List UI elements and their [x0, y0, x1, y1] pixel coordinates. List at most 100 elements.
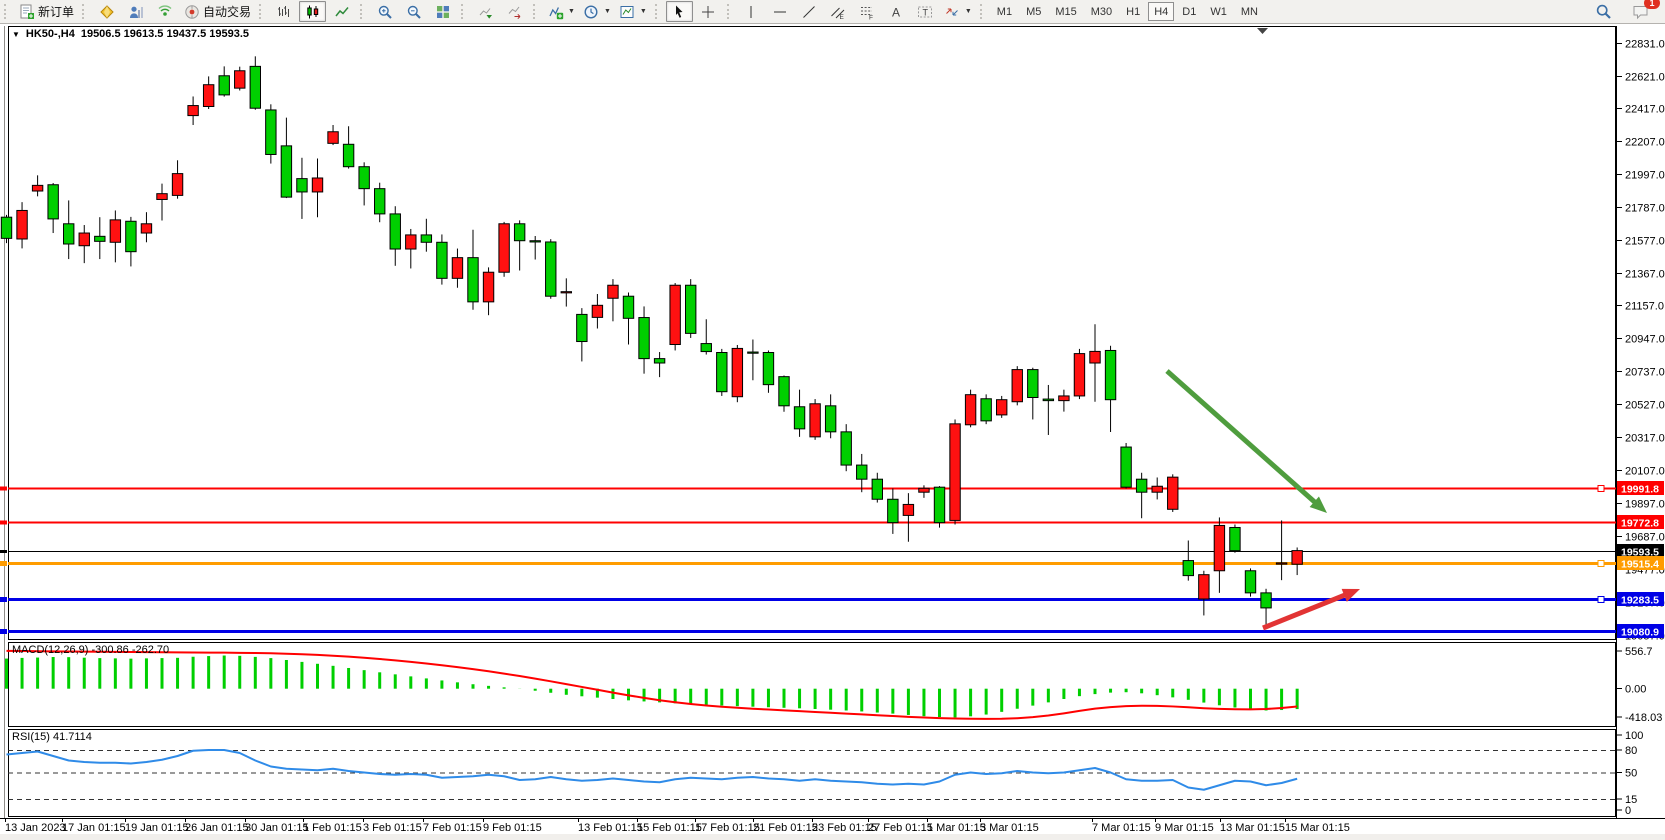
- price-tag-19515.4: 19515.4: [1617, 556, 1664, 571]
- signals-button[interactable]: [151, 1, 178, 22]
- line-drag-handle: [1598, 597, 1604, 603]
- vertical-line-button[interactable]: [738, 1, 765, 22]
- text-button[interactable]: A: [883, 1, 910, 22]
- notifications-button[interactable]: 1: [1627, 1, 1654, 22]
- svg-text:A: A: [892, 5, 900, 19]
- autotrade-icon: [183, 3, 200, 20]
- timeframe-m5-button[interactable]: M5: [1020, 2, 1047, 21]
- periods-button[interactable]: ▼: [580, 1, 614, 22]
- price-tick-label: 21787.0: [1625, 203, 1665, 215]
- time-tick-label: 15 Feb 01:15: [637, 822, 702, 834]
- toolbar-grip: [655, 4, 662, 19]
- timeframe-m15-button[interactable]: M15: [1049, 2, 1082, 21]
- candle-chart-button[interactable]: [299, 1, 326, 22]
- clock-icon: [583, 3, 600, 20]
- timeframe-mn-button[interactable]: MN: [1235, 2, 1264, 21]
- chevron-down-icon: ▼: [568, 8, 575, 15]
- rsi-indicator-label: RSI(15) 41.7114: [12, 731, 92, 743]
- toolbar-grip: [727, 4, 734, 19]
- indicators-button[interactable]: ▼: [544, 1, 578, 22]
- chevron-down-icon: ▼: [965, 8, 972, 15]
- toolbar-grip: [533, 4, 540, 19]
- auto-scroll-button[interactable]: [472, 1, 499, 22]
- cursor-button[interactable]: [666, 1, 693, 22]
- toolbar-group: 自动交易: [78, 0, 255, 23]
- time-tick-label: 1 Mar 01:15: [927, 822, 986, 834]
- fibonacci-button[interactable]: F: [854, 1, 881, 22]
- svg-text:E: E: [840, 14, 845, 20]
- timeframe-m30-button[interactable]: M30: [1085, 2, 1118, 21]
- trendline-icon: [801, 3, 818, 20]
- tile-windows-button[interactable]: [429, 1, 456, 22]
- rsi-axis-label: 50: [1625, 768, 1637, 780]
- shapes-icon: [944, 3, 961, 20]
- toolbar-group: 新订单: [0, 0, 78, 23]
- candle: [1168, 474, 1178, 512]
- channel-button[interactable]: E: [825, 1, 852, 22]
- timeframe-h1-button[interactable]: H1: [1120, 2, 1146, 21]
- macd-axis-label: 0.00: [1625, 684, 1646, 696]
- gem-icon: [98, 3, 115, 20]
- toolbar-grip: [4, 4, 11, 19]
- time-tick-label: 17 Jan 01:15: [62, 822, 126, 834]
- line-chart-button[interactable]: [328, 1, 355, 22]
- gem-button[interactable]: [93, 1, 120, 22]
- price-tick-label: 19897.0: [1625, 499, 1665, 511]
- person-chart-icon: [127, 3, 144, 20]
- text-label-button[interactable]: T: [912, 1, 939, 22]
- price-tick-label: 22207.0: [1625, 137, 1665, 149]
- candle: [981, 394, 991, 424]
- market-watch-button[interactable]: [122, 1, 149, 22]
- rsi-axis-label: 15: [1625, 794, 1637, 806]
- macd-panel: [9, 643, 1616, 727]
- search-button[interactable]: [1590, 1, 1617, 22]
- price-tick-label: 22831.0: [1625, 39, 1665, 51]
- zoom-in-button[interactable]: [371, 1, 398, 22]
- time-tick-label: 9 Feb 01:15: [483, 822, 542, 834]
- zoom-out-icon: [405, 3, 422, 20]
- main-chart-panel: [9, 27, 1616, 640]
- timeframe-d1-button[interactable]: D1: [1176, 2, 1202, 21]
- time-tick-label: 17 Feb 01:15: [695, 822, 760, 834]
- chart-ohlc-values: 19506.5 19613.5 19437.5 19593.5: [81, 28, 249, 40]
- time-axis: 13 Jan 202317 Jan 01:1519 Jan 01:1526 Ja…: [5, 818, 1350, 834]
- arrows-button[interactable]: ▼: [941, 1, 975, 22]
- template-icon: [619, 3, 636, 20]
- macd-axis-label: 556.7: [1625, 646, 1653, 658]
- crosshair-button[interactable]: [695, 1, 722, 22]
- price-tick-label: 20947.0: [1625, 334, 1665, 346]
- price-tick-label: 22417.0: [1625, 104, 1665, 116]
- svg-text:19515.4: 19515.4: [1621, 559, 1659, 571]
- new-order-button[interactable]: 新订单: [15, 1, 77, 22]
- price-tick-label: 20317.0: [1625, 433, 1665, 445]
- timeframe-m1-button[interactable]: M1: [991, 2, 1018, 21]
- zoom-out-button[interactable]: [400, 1, 427, 22]
- time-tick-label: 3 Mar 01:15: [980, 822, 1039, 834]
- price-tick-label: 21157.0: [1625, 301, 1664, 313]
- time-tick-label: 9 Mar 01:15: [1155, 822, 1214, 834]
- timeframe-w1-button[interactable]: W1: [1204, 2, 1233, 21]
- candle: [1230, 525, 1240, 553]
- cursor-icon: [671, 3, 688, 20]
- bars-icon: [275, 3, 292, 20]
- templates-button[interactable]: ▼: [616, 1, 650, 22]
- trendline-button[interactable]: [796, 1, 823, 22]
- chart-title: ▼ HK50-,H4 19506.5 19613.5 19437.5 19593…: [12, 28, 249, 40]
- bar-chart-button[interactable]: [270, 1, 297, 22]
- price-tick-label: 20107.0: [1625, 466, 1665, 478]
- candle: [965, 390, 975, 428]
- toolbar-grip: [980, 4, 987, 19]
- time-tick-label: 13 Mar 01:15: [1220, 822, 1285, 834]
- crosshair-icon: [700, 3, 717, 20]
- autotrade-button[interactable]: 自动交易: [180, 1, 254, 22]
- candle: [266, 104, 276, 163]
- chart-collapse-icon[interactable]: ▼: [12, 30, 20, 39]
- timeframe-h4-button[interactable]: H4: [1148, 2, 1174, 21]
- chart-canvas[interactable]: 22831.022621.022417.022207.021997.021787…: [0, 23, 1665, 840]
- channel-icon: E: [830, 3, 847, 20]
- time-tick-label: 21 Feb 01:15: [753, 822, 818, 834]
- autotrade-button-label: 自动交易: [203, 3, 251, 20]
- candle: [997, 396, 1007, 418]
- chart-shift-button[interactable]: [501, 1, 528, 22]
- horizontal-line-button[interactable]: [767, 1, 794, 22]
